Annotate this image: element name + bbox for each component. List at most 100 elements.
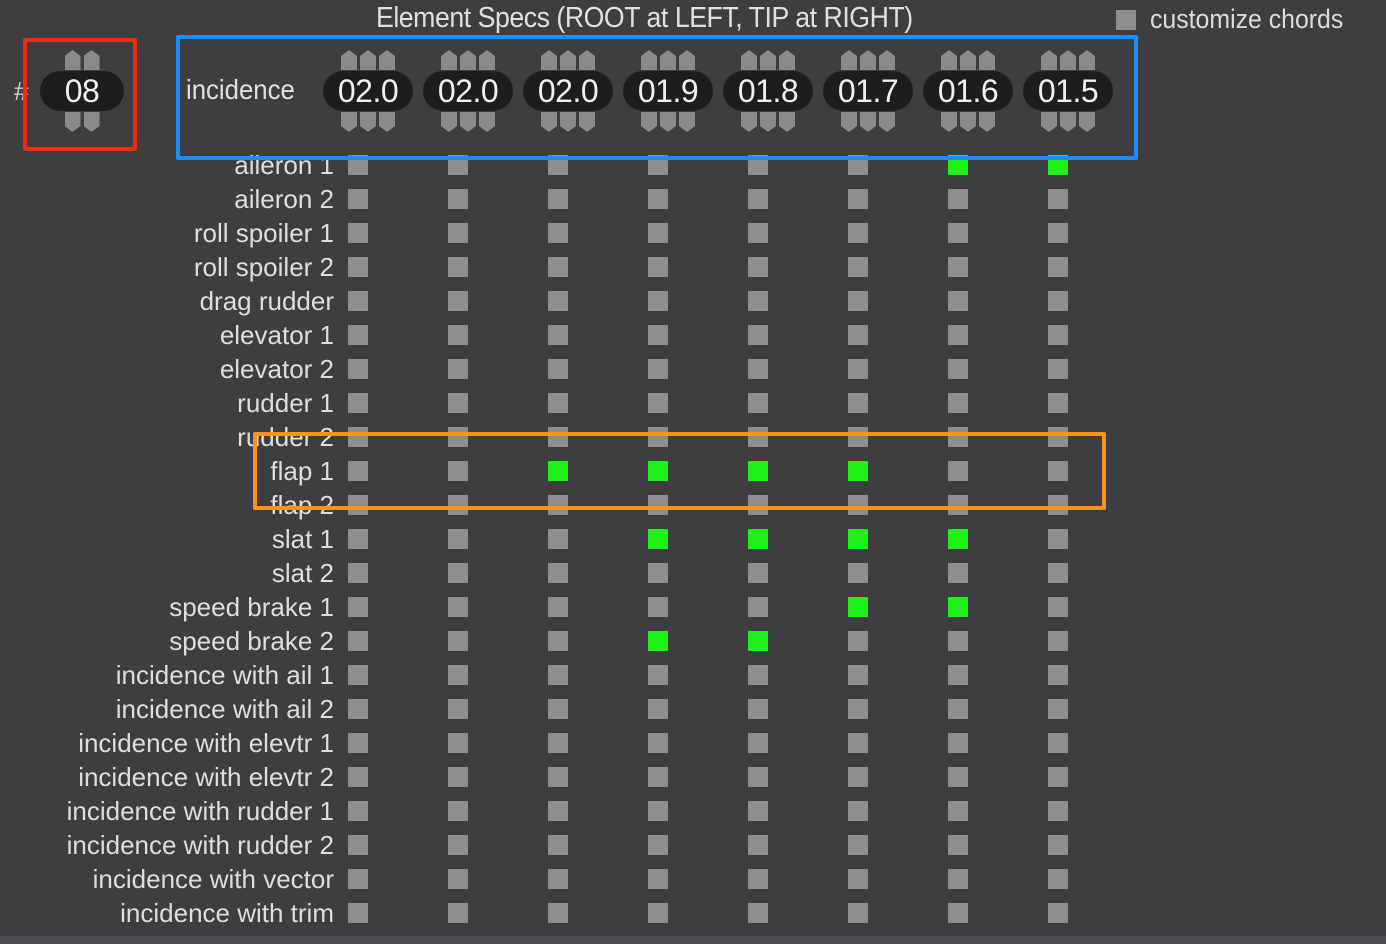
element-checkbox[interactable] — [648, 903, 668, 923]
customize-chords-toggle[interactable]: customize chords — [1116, 4, 1360, 35]
element-checkbox[interactable] — [748, 597, 768, 617]
element-checkbox[interactable] — [548, 325, 568, 345]
element-checkbox[interactable] — [648, 529, 668, 549]
increment-arrow-icon[interactable] — [641, 50, 657, 70]
element-checkbox[interactable] — [848, 801, 868, 821]
element-checkbox[interactable] — [748, 291, 768, 311]
element-checkbox[interactable] — [1048, 835, 1068, 855]
decrement-arrow-icon[interactable] — [741, 112, 757, 132]
incidence-stepper[interactable]: 02.0 — [423, 50, 513, 132]
element-checkbox[interactable] — [448, 733, 468, 753]
element-checkbox[interactable] — [448, 903, 468, 923]
element-checkbox[interactable] — [348, 223, 368, 243]
increment-arrow-icon[interactable] — [960, 50, 976, 70]
element-checkbox[interactable] — [448, 869, 468, 889]
element-checkbox[interactable] — [548, 665, 568, 685]
element-checkbox[interactable] — [348, 801, 368, 821]
element-checkbox[interactable] — [948, 733, 968, 753]
increment-arrow-icon[interactable] — [360, 50, 376, 70]
element-checkbox[interactable] — [748, 699, 768, 719]
element-checkbox[interactable] — [748, 325, 768, 345]
element-checkbox[interactable] — [848, 325, 868, 345]
element-checkbox[interactable] — [1048, 393, 1068, 413]
customize-chords-checkbox[interactable] — [1116, 9, 1136, 30]
decrement-arrow-icon[interactable] — [941, 112, 957, 132]
element-checkbox[interactable] — [548, 427, 568, 447]
element-checkbox[interactable] — [848, 257, 868, 277]
element-checkbox[interactable] — [548, 223, 568, 243]
element-checkbox[interactable] — [448, 393, 468, 413]
element-checkbox[interactable] — [948, 767, 968, 787]
element-checkbox[interactable] — [748, 359, 768, 379]
element-checkbox[interactable] — [448, 223, 468, 243]
element-checkbox[interactable] — [548, 597, 568, 617]
element-checkbox[interactable] — [648, 427, 668, 447]
decrement-ones-arrow-icon[interactable] — [83, 112, 100, 132]
element-checkbox[interactable] — [548, 529, 568, 549]
incidence-stepper[interactable]: 01.6 — [923, 50, 1013, 132]
element-checkbox[interactable] — [948, 359, 968, 379]
element-checkbox[interactable] — [348, 665, 368, 685]
element-checkbox[interactable] — [848, 597, 868, 617]
decrement-arrow-icon[interactable] — [541, 112, 557, 132]
decrement-arrow-icon[interactable] — [679, 112, 695, 132]
element-checkbox[interactable] — [548, 631, 568, 651]
element-count-value[interactable]: 08 — [40, 71, 124, 111]
element-checkbox[interactable] — [1048, 665, 1068, 685]
element-checkbox[interactable] — [1048, 767, 1068, 787]
element-checkbox[interactable] — [348, 359, 368, 379]
decrement-arrow-icon[interactable] — [760, 112, 776, 132]
element-checkbox[interactable] — [548, 359, 568, 379]
decrement-arrow-icon[interactable] — [1079, 112, 1095, 132]
element-checkbox[interactable] — [648, 631, 668, 651]
element-checkbox[interactable] — [1048, 903, 1068, 923]
element-checkbox[interactable] — [548, 903, 568, 923]
increment-arrow-icon[interactable] — [841, 50, 857, 70]
element-checkbox[interactable] — [948, 699, 968, 719]
element-checkbox[interactable] — [748, 631, 768, 651]
element-checkbox[interactable] — [1048, 529, 1068, 549]
element-checkbox[interactable] — [448, 461, 468, 481]
element-checkbox[interactable] — [348, 563, 368, 583]
decrement-arrow-icon[interactable] — [841, 112, 857, 132]
element-checkbox[interactable] — [348, 699, 368, 719]
increment-arrow-icon[interactable] — [979, 50, 995, 70]
element-checkbox[interactable] — [1048, 631, 1068, 651]
element-checkbox[interactable] — [948, 223, 968, 243]
element-checkbox[interactable] — [948, 563, 968, 583]
element-checkbox[interactable] — [848, 699, 868, 719]
element-checkbox[interactable] — [1048, 597, 1068, 617]
decrement-arrow-icon[interactable] — [1060, 112, 1076, 132]
element-checkbox[interactable] — [448, 359, 468, 379]
element-checkbox[interactable] — [448, 699, 468, 719]
decrement-arrow-icon[interactable] — [660, 112, 676, 132]
element-checkbox[interactable] — [748, 835, 768, 855]
increment-arrow-icon[interactable] — [379, 50, 395, 70]
element-checkbox[interactable] — [848, 835, 868, 855]
element-checkbox[interactable] — [348, 733, 368, 753]
element-checkbox[interactable] — [848, 733, 868, 753]
increment-arrow-icon[interactable] — [341, 50, 357, 70]
element-checkbox[interactable] — [948, 189, 968, 209]
element-checkbox[interactable] — [948, 869, 968, 889]
increment-arrow-icon[interactable] — [660, 50, 676, 70]
element-checkbox[interactable] — [648, 393, 668, 413]
increment-arrow-icon[interactable] — [479, 50, 495, 70]
increment-arrow-icon[interactable] — [441, 50, 457, 70]
element-checkbox[interactable] — [648, 291, 668, 311]
element-checkbox[interactable] — [648, 495, 668, 515]
element-checkbox[interactable] — [1048, 495, 1068, 515]
element-checkbox[interactable] — [748, 529, 768, 549]
element-checkbox[interactable] — [748, 461, 768, 481]
element-checkbox[interactable] — [648, 563, 668, 583]
element-checkbox[interactable] — [948, 257, 968, 277]
element-checkbox[interactable] — [848, 189, 868, 209]
increment-arrow-icon[interactable] — [879, 50, 895, 70]
element-checkbox[interactable] — [348, 325, 368, 345]
element-checkbox[interactable] — [648, 869, 668, 889]
incidence-value[interactable]: 01.5 — [1023, 71, 1113, 111]
element-checkbox[interactable] — [848, 869, 868, 889]
increment-arrow-icon[interactable] — [679, 50, 695, 70]
element-checkbox[interactable] — [948, 801, 968, 821]
element-checkbox[interactable] — [648, 597, 668, 617]
